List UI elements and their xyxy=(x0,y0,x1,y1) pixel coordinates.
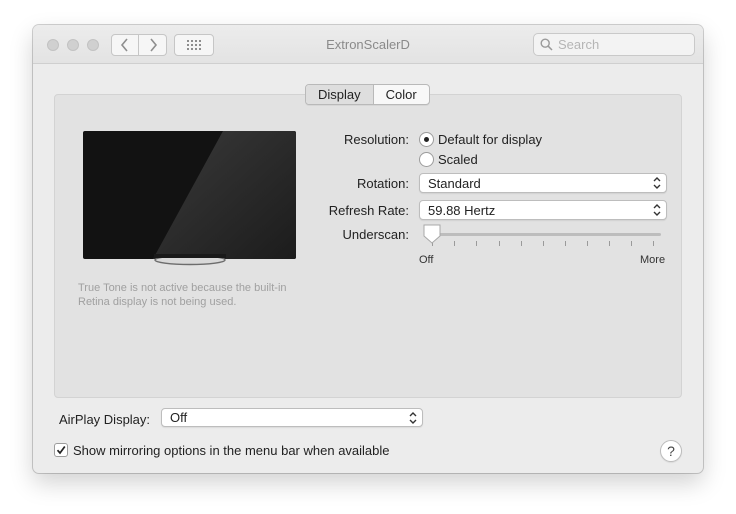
resolution-scaled-radio[interactable] xyxy=(419,152,434,167)
refresh-rate-value: 59.88 Hertz xyxy=(428,203,496,218)
zoom-window-button[interactable] xyxy=(87,39,99,51)
underscan-max-label: More xyxy=(640,254,666,266)
title-bar: ExtronScalerD xyxy=(33,25,703,64)
up-down-chevron-icon xyxy=(409,412,417,424)
tab-display[interactable]: Display xyxy=(306,85,374,104)
slider-tick xyxy=(499,241,500,246)
forward-chevron-icon xyxy=(149,38,157,52)
slider-tick xyxy=(543,241,544,246)
mirroring-checkbox[interactable] xyxy=(54,443,68,457)
resolution-scaled-label[interactable]: Scaled xyxy=(438,152,478,167)
rotation-label: Rotation: xyxy=(356,176,409,191)
underscan-min-label: Off xyxy=(419,254,434,266)
slider-tick xyxy=(454,241,455,246)
slider-tick xyxy=(653,241,654,246)
airplay-display-label: AirPlay Display: xyxy=(59,412,151,427)
monitor-glare-icon xyxy=(153,131,296,259)
monitor-image xyxy=(83,131,296,259)
slider-tick xyxy=(587,241,588,246)
true-tone-note: True Tone is not active because the buil… xyxy=(78,282,287,308)
window-title: ExtronScalerD xyxy=(326,37,410,52)
slider-tick xyxy=(631,241,632,246)
refresh-rate-label: Refresh Rate: xyxy=(328,203,409,218)
underscan-slider-track[interactable] xyxy=(429,233,661,236)
tab-bar: Display Color xyxy=(305,84,430,105)
up-down-chevron-icon xyxy=(653,204,661,216)
resolution-default-radio[interactable] xyxy=(419,132,434,147)
search-input[interactable] xyxy=(556,36,690,53)
airplay-display-popup[interactable]: Off xyxy=(161,408,423,427)
show-all-button[interactable] xyxy=(174,34,214,56)
help-button[interactable]: ? xyxy=(660,440,682,462)
tab-color[interactable]: Color xyxy=(374,85,429,104)
slider-tick xyxy=(476,241,477,246)
rotation-popup[interactable]: Standard xyxy=(419,173,667,193)
back-chevron-icon xyxy=(120,38,128,52)
airplay-display-value: Off xyxy=(170,410,188,425)
up-down-chevron-icon xyxy=(653,177,661,189)
mirroring-checkbox-label[interactable]: Show mirroring options in the menu bar w… xyxy=(73,443,390,458)
slider-tick xyxy=(565,241,566,246)
search-field[interactable] xyxy=(533,33,695,56)
system-preferences-window: ExtronScalerD Display Color Tru xyxy=(33,25,703,473)
monitor-stand-icon xyxy=(154,254,226,266)
slider-tick xyxy=(521,241,522,246)
refresh-rate-popup[interactable]: 59.88 Hertz xyxy=(419,200,667,220)
checkmark-icon xyxy=(56,445,66,455)
underscan-label: Underscan: xyxy=(342,227,409,242)
forward-button[interactable] xyxy=(139,34,167,56)
resolution-label: Resolution: xyxy=(343,132,409,147)
underscan-slider-knob[interactable] xyxy=(422,223,442,245)
search-icon xyxy=(540,38,553,51)
rotation-value: Standard xyxy=(428,176,481,191)
resolution-default-label[interactable]: Default for display xyxy=(438,132,542,147)
close-window-button[interactable] xyxy=(47,39,59,51)
minimize-window-button[interactable] xyxy=(67,39,79,51)
grid-icon xyxy=(187,40,201,50)
back-button[interactable] xyxy=(111,34,139,56)
slider-tick xyxy=(609,241,610,246)
